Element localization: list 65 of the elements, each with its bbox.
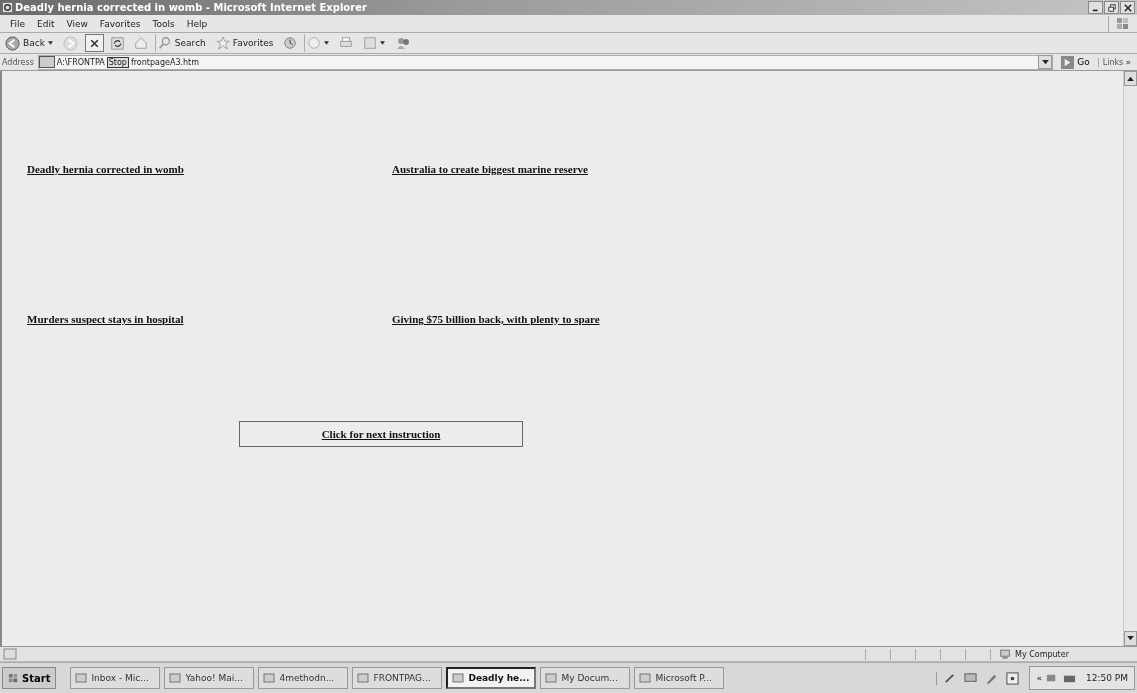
links-button[interactable]: Links » bbox=[1097, 57, 1135, 67]
headline-link[interactable]: Deadly hernia corrected in womb bbox=[27, 163, 392, 175]
tray-expand-button[interactable]: « bbox=[1036, 673, 1042, 683]
people-icon bbox=[395, 35, 412, 51]
caret-icon bbox=[47, 41, 53, 45]
menu-item[interactable]: View bbox=[60, 18, 94, 29]
scroll-down-icon[interactable] bbox=[1124, 631, 1137, 646]
start-button[interactable]: Start bbox=[2, 667, 57, 689]
star-icon bbox=[215, 36, 230, 50]
stop-button[interactable] bbox=[84, 34, 104, 52]
restore-button[interactable] bbox=[1104, 1, 1119, 14]
search-icon bbox=[157, 36, 172, 50]
headline-link[interactable]: Murders suspect stays in hospital bbox=[27, 313, 392, 325]
menu-item[interactable]: Tools bbox=[146, 18, 181, 29]
browser-icon bbox=[2, 2, 13, 13]
window-icon bbox=[452, 672, 465, 684]
page-icon bbox=[38, 56, 55, 68]
computer-icon bbox=[999, 648, 1011, 660]
window-icon bbox=[545, 672, 558, 684]
close-button[interactable] bbox=[1120, 1, 1135, 14]
address-label: Address bbox=[2, 57, 34, 67]
headline-link[interactable]: Australia to create biggest marine reserve bbox=[392, 163, 792, 175]
next-instruction-button[interactable]: Click for next instruction bbox=[239, 421, 523, 447]
menu-item[interactable]: File bbox=[4, 18, 32, 29]
close-icon bbox=[1123, 3, 1132, 12]
window-icon bbox=[75, 672, 88, 684]
menu-item[interactable]: Favorites bbox=[93, 18, 147, 29]
printer-icon bbox=[339, 36, 354, 50]
scroll-up-icon[interactable] bbox=[1124, 71, 1137, 86]
taskbar-button[interactable]: Microsoft P... bbox=[634, 667, 725, 689]
favorites-button[interactable]: Favorites bbox=[212, 34, 277, 52]
menu-item[interactable]: Edit bbox=[31, 18, 61, 29]
clock-icon bbox=[283, 36, 298, 50]
refresh-icon bbox=[110, 36, 124, 50]
taskbar-button[interactable]: FRONTPAG... bbox=[352, 667, 443, 689]
window-icon bbox=[357, 672, 370, 684]
tooltip: Stop bbox=[106, 56, 129, 68]
taskbar-button[interactable]: My Docum... bbox=[540, 667, 631, 689]
taskbar-button[interactable]: Yahoo! Mai... bbox=[164, 667, 255, 689]
window-icon bbox=[639, 672, 652, 684]
address-field[interactable]: A:\FRONTPA Stop frontpageA3.htm bbox=[37, 54, 1054, 70]
clock: 12:50 PM bbox=[1085, 673, 1128, 683]
zone-label: My Computer bbox=[1015, 649, 1069, 659]
caret-icon bbox=[324, 41, 330, 45]
back-button[interactable]: Back bbox=[2, 34, 56, 52]
help-icon[interactable] bbox=[1006, 671, 1020, 685]
restore-icon bbox=[1107, 3, 1116, 12]
go-button[interactable]: Go bbox=[1057, 55, 1094, 69]
taskbar-button[interactable]: 4methodn... bbox=[258, 667, 349, 689]
window-icon bbox=[263, 672, 276, 684]
minimize-button[interactable] bbox=[1088, 1, 1103, 14]
windows-flag-icon bbox=[8, 672, 19, 684]
taskbar-button[interactable]: Inbox - Mic... bbox=[70, 667, 161, 689]
circle-icon bbox=[307, 36, 322, 50]
monitor-icon[interactable] bbox=[964, 671, 978, 685]
menu-item[interactable]: Help bbox=[180, 18, 214, 29]
page-icon bbox=[363, 36, 378, 50]
window-icon bbox=[169, 672, 182, 684]
house-icon bbox=[133, 36, 148, 50]
caret-icon bbox=[380, 41, 386, 45]
window-title: Deadly hernia corrected in womb - Microsoft Internet Explorer bbox=[15, 2, 367, 13]
headline-link[interactable]: Giving $75 billion back, with plenty to spare bbox=[392, 313, 792, 325]
search-button[interactable]: Search bbox=[154, 34, 209, 52]
taskbar-button[interactable]: Deadly he... bbox=[446, 667, 537, 689]
scrollbar[interactable] bbox=[1123, 71, 1137, 646]
